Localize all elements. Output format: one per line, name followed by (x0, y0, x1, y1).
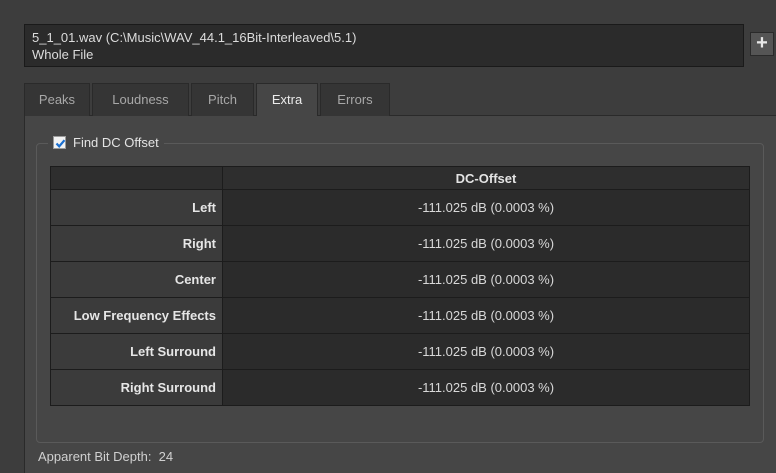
channel-label: Left Surround (50, 333, 223, 370)
file-selector[interactable]: 5_1_01.wav (C:\Music\WAV_44.1_16Bit-Inte… (24, 24, 744, 67)
dc-offset-column-header: DC-Offset (222, 166, 750, 190)
apparent-bit-depth: Apparent Bit Depth: 24 (38, 449, 174, 464)
channel-label: Left (50, 189, 223, 226)
dc-offset-value: -111.025 dB (0.0003 %) (222, 369, 750, 406)
find-dc-offset-label: Find DC Offset (73, 134, 159, 150)
channel-label: Low Frequency Effects (50, 297, 223, 334)
channel-label: Right Surround (50, 369, 223, 406)
table-row: Low Frequency Effects -111.025 dB (0.000… (50, 297, 750, 334)
dc-offset-value: -111.025 dB (0.0003 %) (222, 297, 750, 334)
file-range: Whole File (32, 47, 94, 62)
table-row: Right -111.025 dB (0.0003 %) (50, 225, 750, 262)
channel-label: Center (50, 261, 223, 298)
table-row: Center -111.025 dB (0.0003 %) (50, 261, 750, 298)
file-path: 5_1_01.wav (C:\Music\WAV_44.1_16Bit-Inte… (32, 30, 357, 45)
checkmark-icon[interactable] (53, 135, 66, 149)
table-row: Left Surround -111.025 dB (0.0003 %) (50, 333, 750, 370)
table-row: Right Surround -111.025 dB (0.0003 %) (50, 369, 750, 406)
plus-icon: + (756, 32, 768, 54)
dc-offset-table: DC-Offset Left -111.025 dB (0.0003 %) Ri… (50, 166, 750, 406)
dc-offset-value: -111.025 dB (0.0003 %) (222, 261, 750, 298)
tab-errors[interactable]: Errors (320, 83, 390, 116)
dc-offset-value: -111.025 dB (0.0003 %) (222, 225, 750, 262)
find-dc-offset-toggle[interactable]: Find DC Offset (48, 132, 164, 152)
channel-label: Right (50, 225, 223, 262)
dc-offset-value: -111.025 dB (0.0003 %) (222, 333, 750, 370)
tab-peaks[interactable]: Peaks (24, 83, 90, 116)
table-row: Left -111.025 dB (0.0003 %) (50, 189, 750, 226)
table-corner-header (50, 166, 223, 190)
dc-offset-value: -111.025 dB (0.0003 %) (222, 189, 750, 226)
add-button[interactable]: + (750, 32, 774, 56)
tab-extra[interactable]: Extra (256, 83, 318, 116)
tab-pitch[interactable]: Pitch (191, 83, 254, 116)
tab-loudness[interactable]: Loudness (92, 83, 189, 116)
